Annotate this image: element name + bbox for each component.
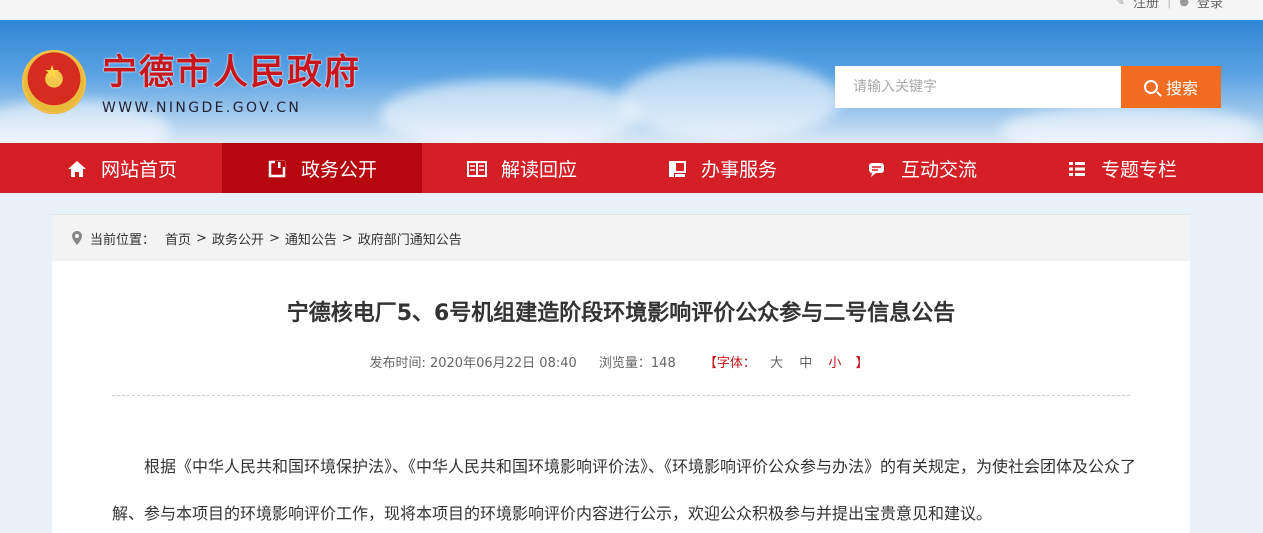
header-cloud bbox=[620, 60, 840, 140]
nav-item-label: 专题专栏 bbox=[1100, 158, 1177, 181]
nav-item-interaction[interactable]: 互动交流 bbox=[822, 143, 1022, 193]
nav-item-special-topics[interactable]: 专题专栏 bbox=[1022, 143, 1222, 193]
nav-item-label: 互动交流 bbox=[900, 158, 977, 181]
article-paragraph: 根据《中华人民共和国环境保护法》、《中华人民共和国环境影响评价法》、《环境影响评… bbox=[112, 457, 1137, 523]
nav-item-label: 网站首页 bbox=[100, 158, 177, 181]
nav-item-services[interactable]: 办事服务 bbox=[622, 143, 822, 193]
book-icon bbox=[466, 159, 487, 177]
nav-item-government-affairs[interactable]: 政务公开 bbox=[222, 143, 422, 193]
location-pin-icon bbox=[72, 231, 82, 245]
breadcrumb-department-notices[interactable]: 政府部门通知公告 bbox=[358, 229, 462, 248]
article-container: 当前位置： 首页 > 政务公开 > 通知公告 > 政府部门通知公告 宁德核电厂5… bbox=[52, 214, 1190, 533]
search-button-label: 搜索 bbox=[1165, 79, 1198, 98]
nav-item-label: 解读回应 bbox=[500, 158, 577, 181]
font-small-button[interactable]: 小 bbox=[828, 356, 841, 371]
nav-item-home[interactable]: 网站首页 bbox=[22, 143, 222, 193]
nav-item-label: 政务公开 bbox=[300, 158, 377, 181]
login-link[interactable]: 登录 bbox=[1197, 0, 1223, 11]
register-icon: ✎ bbox=[1115, 0, 1125, 8]
title-divider bbox=[112, 395, 1130, 396]
open-icon bbox=[267, 159, 287, 178]
breadcrumb-home[interactable]: 首页 bbox=[165, 229, 191, 248]
font-size-control: 【字体： 大 中 小 】 bbox=[700, 356, 873, 371]
site-title[interactable]: 宁德市人民政府 bbox=[102, 53, 361, 93]
nav-item-interpretation[interactable]: 解读回应 bbox=[422, 143, 622, 193]
font-size-close: 】 bbox=[855, 356, 869, 371]
search-button[interactable]: 搜索 bbox=[1121, 66, 1221, 108]
view-count: 浏览量：148 bbox=[598, 356, 676, 371]
article-title: 宁德核电厂5、6号机组建造阶段环境影响评价公众参与二号信息公告 bbox=[286, 301, 956, 326]
chat-icon bbox=[867, 159, 887, 177]
national-emblem-logo[interactable] bbox=[22, 50, 86, 114]
link-separator: | bbox=[1166, 0, 1172, 9]
breadcrumb-arrow: > bbox=[268, 230, 280, 246]
breadcrumb-notices[interactable]: 通知公告 bbox=[285, 229, 337, 248]
header-cloud bbox=[380, 80, 640, 143]
list-icon bbox=[1067, 159, 1087, 177]
register-link[interactable]: 注册 bbox=[1133, 0, 1159, 11]
breadcrumb-government-affairs[interactable]: 政务公开 bbox=[212, 229, 264, 248]
account-links: ✎ 注册 | ● 登录 bbox=[1115, 0, 1223, 11]
nav-item-label: 办事服务 bbox=[700, 158, 777, 181]
site-url: WWW.NINGDE.GOV.CN bbox=[102, 100, 302, 116]
font-medium-button[interactable]: 中 bbox=[799, 356, 812, 371]
main-nav: 网站首页 政务公开 解读回应 办事服务 互动交流 专题专栏 bbox=[0, 143, 1263, 193]
service-icon bbox=[667, 159, 687, 177]
search-input[interactable] bbox=[835, 66, 1121, 108]
article-meta: 发布时间: 2020年06月22日 08:40 浏览量：148 【字体： 大 中… bbox=[52, 352, 1190, 371]
breadcrumb-prefix: 当前位置： bbox=[90, 232, 156, 248]
header-cloud bbox=[1000, 105, 1260, 143]
search-icon bbox=[1143, 80, 1158, 94]
breadcrumb: 当前位置： 首页 > 政务公开 > 通知公告 > 政府部门通知公告 bbox=[52, 215, 1190, 261]
font-large-button[interactable]: 大 bbox=[770, 356, 783, 371]
font-size-open: 【字体： bbox=[703, 356, 756, 371]
publish-time: 发布时间: 2020年06月22日 08:40 bbox=[369, 356, 577, 371]
home-icon bbox=[67, 159, 87, 177]
site-header: 宁德市人民政府 WWW.NINGDE.GOV.CN 搜索 bbox=[0, 20, 1263, 143]
top-utility-bar: ✎ 注册 | ● 登录 bbox=[0, 0, 1263, 20]
breadcrumb-arrow: > bbox=[341, 230, 353, 246]
breadcrumb-arrow: > bbox=[196, 230, 207, 246]
user-icon: ● bbox=[1179, 0, 1189, 8]
